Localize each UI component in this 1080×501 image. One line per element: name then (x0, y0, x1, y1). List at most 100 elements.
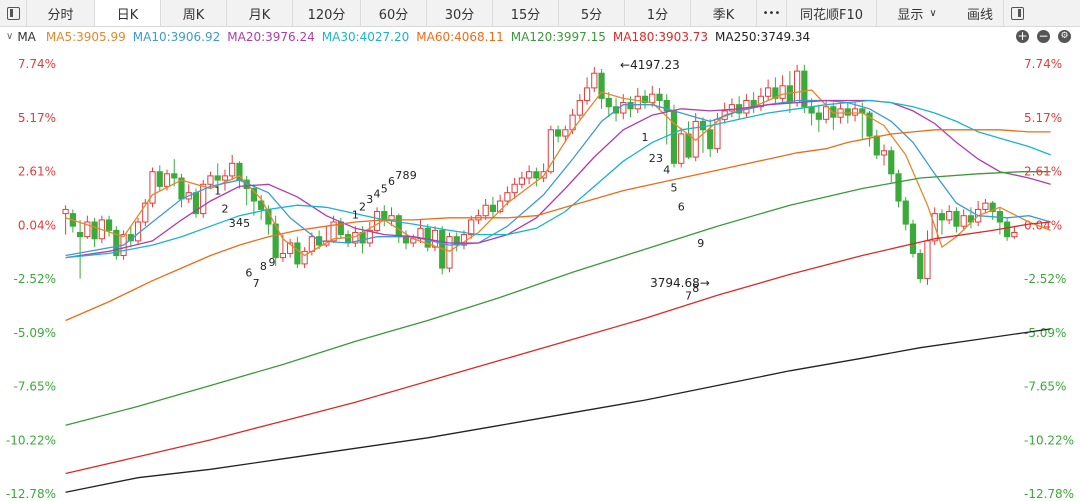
tab-60min[interactable]: 60分 (361, 0, 427, 26)
candle-up (62, 208, 69, 215)
candle-up (678, 133, 685, 164)
td-count-label: 3 (366, 193, 373, 206)
collapse-icon[interactable]: ∨ (6, 31, 13, 42)
candle-down (786, 85, 793, 104)
candle-down (105, 219, 113, 231)
y-tick-right: 7.74% (1024, 57, 1062, 71)
left-panel-toggle[interactable] (0, 0, 27, 26)
candle-down (156, 171, 163, 187)
tab-30min[interactable]: 30分 (427, 0, 493, 26)
candle-up (504, 192, 511, 202)
f10-button[interactable]: 同花顺F10 (787, 0, 877, 26)
candle-down (873, 135, 880, 156)
remove-indicator-icon[interactable]: − (1037, 30, 1050, 43)
td-count-label: 2 (359, 200, 366, 213)
candle-up (779, 85, 786, 99)
candle-up (518, 177, 526, 185)
candle-down (91, 221, 98, 240)
candle-down (402, 236, 410, 244)
tab-weekly-k[interactable]: 周K (161, 0, 227, 26)
kline-chart[interactable]: 7.74% 7.74%5.17% 5.17%2.61% 2.61%0.04% 0.04%… (0, 46, 1080, 501)
candle-up (591, 72, 598, 89)
candle-up (924, 240, 931, 280)
candle-down (627, 102, 634, 110)
candle-up (279, 252, 287, 259)
candle-up (526, 171, 533, 179)
td-count-label: 7 (253, 277, 260, 290)
chevron-down-icon: ∨ (929, 7, 937, 19)
display-label: 显示 (897, 7, 924, 23)
candle-down (902, 200, 909, 225)
td-count-label: 8 (403, 169, 410, 182)
display-dropdown[interactable]: 显示 ∨ (877, 0, 957, 26)
settings-icon[interactable]: ⚙ (1058, 30, 1071, 43)
candle-down (953, 211, 960, 227)
candle-down (815, 112, 822, 120)
period-tab-bar: 分时 日K 周K 月K 120分 60分 30分 15分 5分 1分 季K ••… (0, 0, 1080, 27)
td-count-label: 5 (381, 182, 388, 195)
td-count-label: 4 (663, 164, 670, 177)
tab-1min[interactable]: 1分 (625, 0, 691, 26)
tab-monthly-k[interactable]: 月K (227, 0, 293, 26)
td-count-label: 1 (352, 209, 359, 222)
ma250-value: MA250:3749.34 (715, 29, 811, 44)
y-tick-left: 0.04% (18, 218, 56, 232)
candle-down (917, 252, 924, 280)
tab-fenshi[interactable]: 分时 (27, 0, 95, 26)
candle-down (938, 213, 946, 221)
y-tick-right: -12.78% (1024, 487, 1074, 501)
y-tick-left: -10.22% (6, 433, 56, 447)
candle-up (308, 236, 315, 252)
ma30-value: MA30:4027.20 (321, 29, 410, 44)
candle-up (851, 108, 859, 116)
candle-down (533, 171, 540, 179)
tab-120min[interactable]: 120分 (293, 0, 361, 26)
ma-label[interactable]: MA (17, 30, 36, 44)
y-tick-left: 2.61% (18, 165, 56, 179)
candle-up (822, 106, 830, 120)
panel-left-icon (6, 6, 20, 20)
candle-down (554, 129, 562, 137)
candle-down (888, 150, 895, 175)
td-count-label: 5 (670, 181, 677, 194)
ma180-value: MA180:3903.73 (612, 29, 709, 44)
candle-down (808, 106, 815, 114)
td-count-label: 4 (236, 216, 243, 229)
candle-up (880, 150, 888, 156)
y-tick-right: -5.09% (1024, 326, 1066, 340)
candle-up (946, 211, 953, 221)
candle-down (294, 242, 301, 265)
y-tick-right: 5.17% (1024, 111, 1062, 125)
candle-down (381, 211, 388, 221)
y-tick-left: 7.74% (18, 57, 56, 71)
low-price-annotation: 3794.68→ (650, 276, 710, 290)
ma-line-ma250 (65, 328, 1051, 493)
y-tick-right: -7.65% (1024, 380, 1066, 394)
y-tick-right: -10.22% (1024, 433, 1074, 447)
add-indicator-icon[interactable]: + (1016, 30, 1029, 43)
tab-daily-k[interactable]: 日K (95, 0, 161, 26)
candle-up (163, 173, 171, 187)
y-tick-left: -7.65% (14, 380, 56, 394)
candle-up (982, 202, 989, 210)
right-panel-toggle[interactable] (1003, 0, 1030, 26)
tab-15min[interactable]: 15分 (493, 0, 559, 26)
tab-quarterly-k[interactable]: 季K (691, 0, 757, 26)
candle-up (207, 175, 214, 185)
candle-down (395, 215, 402, 238)
ma-line-ma180 (65, 221, 1051, 475)
ma-indicator-bar: ∨ MA MA5:3905.99 MA10:3906.92 MA20:3976.… (0, 27, 1080, 46)
ma5-value: MA5:3905.99 (45, 29, 126, 44)
candle-down (895, 173, 902, 202)
candle-up (793, 70, 801, 104)
y-tick-left: -12.78% (6, 487, 56, 501)
candle-down (605, 97, 612, 108)
candle-up (562, 129, 569, 137)
draw-line-button[interactable]: 画线 (957, 0, 1003, 26)
tab-5min[interactable]: 5分 (559, 0, 625, 26)
more-button[interactable]: ••• (757, 0, 787, 26)
ma120-value: MA120:3997.15 (510, 29, 606, 44)
candle-down (670, 110, 678, 164)
td-count-label: 6 (678, 200, 685, 213)
td-count-label: 3 (656, 152, 663, 165)
